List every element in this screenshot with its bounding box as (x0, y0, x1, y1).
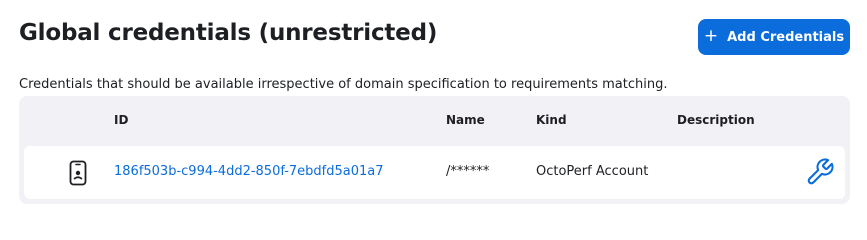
column-header-name: Name (446, 113, 485, 127)
credential-name: /****** (446, 164, 490, 179)
page-description: Credentials that should be available irr… (19, 77, 668, 92)
add-credentials-label: Add Credentials (727, 29, 845, 45)
column-header-description: Description (677, 113, 755, 127)
column-header-kind: Kind (536, 113, 567, 127)
wrench-icon[interactable] (805, 157, 835, 187)
plus-icon: + (703, 25, 719, 46)
credential-kind: OctoPerf Account (536, 164, 649, 179)
column-header-id: ID (114, 113, 129, 127)
add-credentials-button[interactable]: + Add Credentials (698, 19, 850, 55)
table-row: 186f503b-c994-4dd2-850f-7ebdfd5a01a7 /**… (24, 146, 845, 199)
credential-id-link[interactable]: 186f503b-c994-4dd2-850f-7ebdfd5a01a7 (114, 164, 384, 179)
mobile-device-icon (69, 160, 87, 186)
page-title: Global credentials (unrestricted) (19, 20, 438, 46)
credentials-table: ID Name Kind Description 186f503b-c994-4… (19, 96, 850, 204)
